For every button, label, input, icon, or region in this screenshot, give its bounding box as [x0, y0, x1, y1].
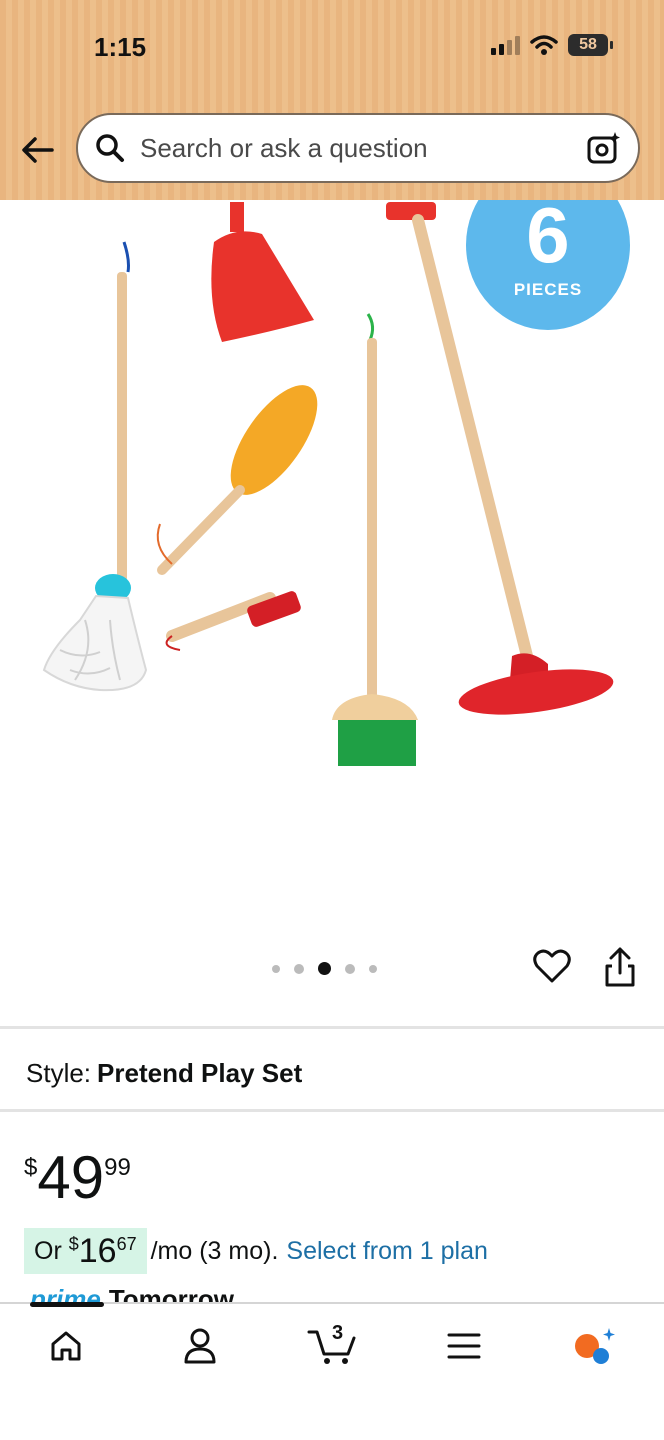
header-bar: 1:15 58 Search or ask a question [0, 0, 664, 200]
product-price: $ 49 99 [24, 1148, 131, 1208]
divider [0, 1109, 664, 1112]
status-time: 1:15 [94, 32, 147, 62]
style-selector[interactable]: Style: Pretend Play Set [26, 1058, 302, 1089]
installment-terms: /mo (3 mo). [150, 1236, 279, 1265]
carousel-dot[interactable] [294, 963, 304, 974]
installment-prefix: Or [34, 1236, 62, 1265]
price-fraction: 99 [104, 1154, 131, 1181]
delivery-day: Tomorrow [108, 1284, 234, 1304]
account-icon [184, 1328, 216, 1364]
camera-search-icon[interactable] [586, 130, 622, 166]
carousel-dot[interactable] [369, 964, 377, 973]
divider [0, 1026, 664, 1029]
price-whole: 49 [37, 1144, 105, 1211]
rufus-assistant-icon [575, 1328, 615, 1364]
search-input[interactable]: Search or ask a question [76, 113, 640, 183]
carousel-dot-active[interactable] [318, 962, 331, 975]
search-icon [96, 134, 124, 162]
installment-price-pill: Or $16 67 [24, 1228, 147, 1274]
menu-icon [447, 1333, 481, 1359]
nav-menu[interactable] [436, 1324, 492, 1368]
battery-icon: 58 [568, 34, 613, 56]
style-value: Pretend Play Set [97, 1058, 303, 1088]
image-carousel-dots[interactable] [272, 962, 377, 975]
heart-icon[interactable] [532, 946, 572, 986]
nav-rufus[interactable] [566, 1324, 622, 1368]
carousel-dot[interactable] [345, 963, 355, 974]
installment-fraction: 67 [116, 1234, 137, 1254]
price-currency: $ [24, 1154, 38, 1181]
installment-plan: Or $16 67 /mo (3 mo). Select from 1 plan [24, 1228, 488, 1274]
nav-account[interactable] [172, 1324, 228, 1368]
share-icon[interactable] [602, 946, 638, 988]
carousel-dot[interactable] [272, 964, 280, 973]
nav-home[interactable] [38, 1324, 94, 1368]
bottom-nav: 3 [0, 1302, 664, 1440]
back-arrow-icon[interactable] [18, 130, 58, 170]
installment-currency: $ [68, 1234, 79, 1254]
wifi-icon [530, 35, 558, 55]
pieces-badge-label: PIECES [513, 280, 583, 299]
pieces-badge-number: 6 [526, 200, 570, 279]
select-plan-link[interactable]: Select from 1 plan [286, 1237, 488, 1266]
active-tab-indicator [30, 1302, 104, 1307]
home-icon [51, 1331, 81, 1361]
installment-whole: 16 [78, 1231, 117, 1270]
product-image[interactable]: 6 PIECES [0, 200, 664, 940]
nav-cart[interactable]: 3 [304, 1322, 360, 1368]
cellular-signal-icon [491, 35, 520, 55]
prime-logo: prime [30, 1284, 101, 1304]
cart-count-badge: 3 [332, 1322, 344, 1344]
search-placeholder: Search or ask a question [140, 132, 428, 163]
prime-delivery: prime Tomorrow [30, 1284, 330, 1304]
style-label: Style: [26, 1058, 92, 1088]
status-icons: 58 [491, 34, 613, 56]
